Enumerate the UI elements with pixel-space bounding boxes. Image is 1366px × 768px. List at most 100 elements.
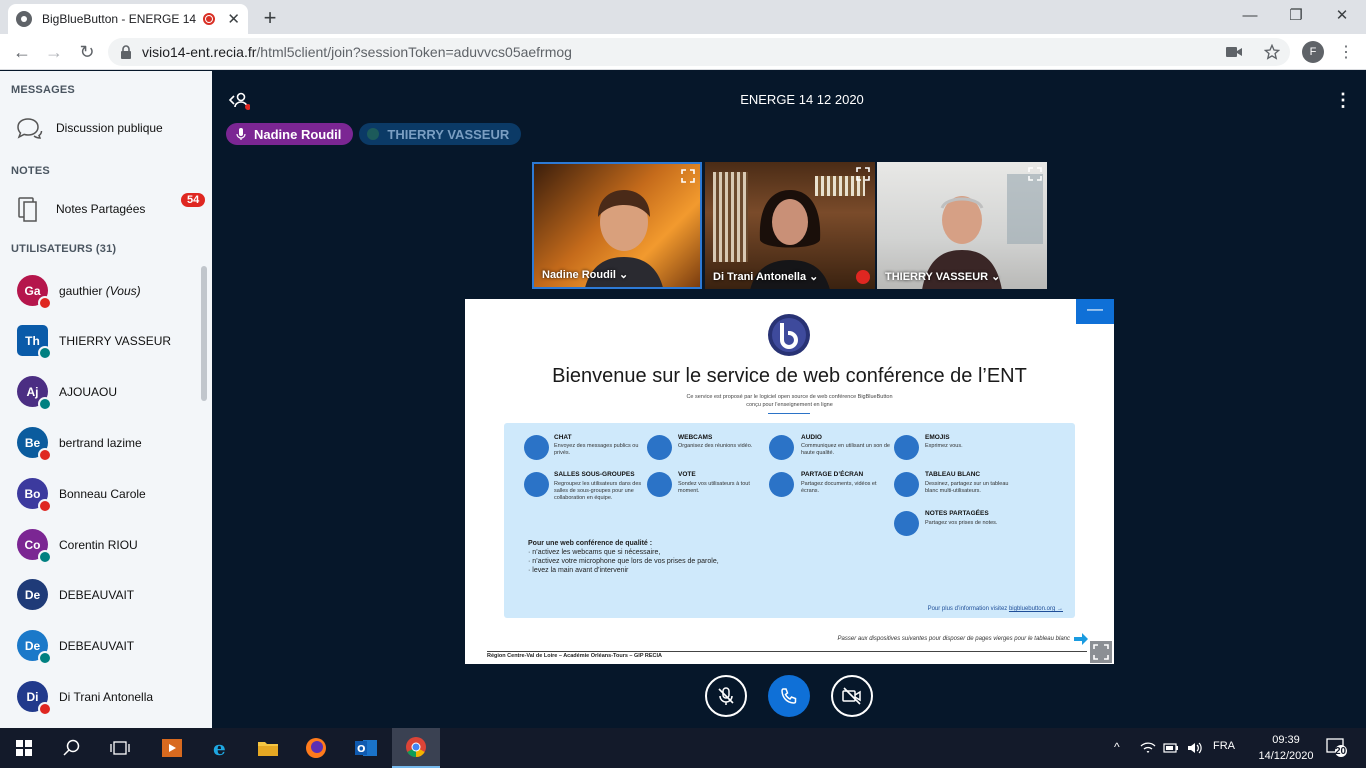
bbb-link[interactable]: bigbluebutton.org → <box>1009 606 1063 612</box>
meeting-main-area: ENERGE 14 12 2020 ⋮ Nadine Roudil THIERR… <box>212 71 1366 728</box>
feature-desc: Exprimez vous. <box>925 443 963 449</box>
taskbar-edge-app[interactable]: e <box>196 728 244 768</box>
windows-logo-icon <box>16 740 32 756</box>
user-item[interactable]: Ga gauthier (Vous) <box>17 275 141 310</box>
user-item[interactable]: De DEBEAUVAIT <box>17 579 134 610</box>
back-arrow-icon[interactable]: ← <box>10 40 34 64</box>
taskbar-media-app[interactable] <box>148 728 196 768</box>
phone-icon <box>781 688 797 704</box>
battery-icon[interactable] <box>1163 741 1179 755</box>
close-window-button[interactable]: ✕ <box>1322 4 1362 28</box>
feature-desc: Partagez documents, vidéos et écrans. <box>801 481 877 494</box>
minimize-window-button[interactable]: — <box>1230 4 1270 28</box>
restore-window-button[interactable]: ❐ <box>1276 4 1316 28</box>
task-view-button[interactable] <box>96 728 144 768</box>
feature-title: NOTES PARTAGÉES <box>925 510 989 517</box>
leave-audio-button[interactable] <box>768 675 810 717</box>
media-player-icon <box>162 739 182 757</box>
user-item[interactable]: Be bertrand lazime <box>17 427 142 462</box>
wifi-icon[interactable] <box>1140 741 1156 755</box>
bookshelf-left <box>713 172 748 262</box>
user-item[interactable]: Di Di Trani Antonella <box>17 681 154 716</box>
profile-avatar[interactable]: F <box>1302 41 1324 63</box>
slide-fullscreen-icon[interactable] <box>1090 641 1112 663</box>
user-item[interactable]: Th THIERRY VASSEUR <box>17 325 172 360</box>
user-avatar: Co <box>17 529 52 564</box>
feature-title: WEBCAMS <box>678 434 713 441</box>
shared-notes-feature-icon <box>894 511 919 536</box>
user-name: Di Trani Antonella <box>59 689 154 704</box>
show-hidden-icons-button[interactable]: ^ <box>1114 740 1120 754</box>
close-tab-icon[interactable]: ✕ <box>227 10 240 28</box>
talker-pill[interactable]: THIERRY VASSEUR <box>359 123 522 145</box>
search-button[interactable] <box>48 728 96 768</box>
shared-notes-item[interactable]: Notes Partagées <box>14 194 204 224</box>
public-chat-label: Discussion publique <box>56 121 163 135</box>
user-name: gauthier (Vous) <box>59 283 141 298</box>
window-background <box>1007 174 1043 244</box>
feature-title: AUDIO <box>801 434 822 441</box>
video-tile[interactable]: Di Trani Antonella ⌄ <box>705 162 875 289</box>
video-tile[interactable]: Nadine Roudil ⌄ <box>532 162 702 289</box>
bookmark-star-icon[interactable] <box>1264 44 1280 60</box>
clock-date: 14/12/2020 <box>1258 750 1314 762</box>
start-button[interactable] <box>0 728 48 768</box>
user-avatar: De <box>17 630 52 665</box>
fullscreen-icon[interactable] <box>856 167 870 181</box>
unmute-button[interactable] <box>705 675 747 717</box>
user-item[interactable]: Bo Bonneau Carole <box>17 478 146 513</box>
talking-indicator: Nadine Roudil THIERRY VASSEUR <box>226 123 527 145</box>
taskbar-clock[interactable]: 09:39 14/12/2020 <box>1256 732 1316 764</box>
slide-footer: Région Centre-Val de Loire – Académie Or… <box>487 651 1087 659</box>
taskbar-explorer-app[interactable] <box>244 728 292 768</box>
taskbar-outlook-app[interactable]: O <box>342 728 390 768</box>
muted-mic-icon <box>38 499 52 513</box>
screenshare-feature-icon <box>769 472 794 497</box>
video-name: Di Trani Antonella ⌄ <box>713 271 819 283</box>
messages-header: MESSAGES <box>11 84 75 96</box>
forward-arrow-icon[interactable]: → <box>42 40 66 64</box>
address-bar[interactable]: visio14-ent.recia.fr/html5client/join?se… <box>108 38 1290 66</box>
browser-menu-icon[interactable]: ⋮ <box>1338 42 1354 62</box>
user-list-scrollbar[interactable] <box>201 266 207 401</box>
user-name: THIERRY VASSEUR <box>59 333 172 348</box>
user-item[interactable]: De DEBEAUVAIT <box>17 630 134 665</box>
browser-tab[interactable]: BigBlueButton - ENERGE 14 ✕ <box>8 4 248 34</box>
bbb-favicon-icon <box>16 11 32 27</box>
shared-notes-label: Notes Partagées <box>56 202 146 216</box>
share-webcam-button[interactable] <box>831 675 873 717</box>
presentation-slide[interactable]: Bienvenue sur le service de web conféren… <box>465 299 1114 664</box>
reload-icon[interactable]: ↻ <box>75 40 99 64</box>
url-host: visio14-ent.recia.fr <box>142 44 257 60</box>
webcam-feature-icon <box>647 435 672 460</box>
user-item[interactable]: Aj AJOUAOU <box>17 376 117 411</box>
fullscreen-icon[interactable] <box>1028 167 1042 181</box>
taskbar-firefox-app[interactable] <box>292 728 340 768</box>
video-tile[interactable]: THIERRY VASSEUR ⌄ <box>877 162 1047 289</box>
slide-subtitle-1: Ce service est proposé par le logiciel o… <box>686 394 893 400</box>
toggle-userlist-icon[interactable] <box>228 90 250 112</box>
mic-icon <box>38 346 52 360</box>
camera-permission-icon[interactable] <box>1226 46 1242 58</box>
feature-desc: Regroupez les utilisateurs dans des sall… <box>554 481 642 501</box>
fullscreen-icon[interactable] <box>681 169 695 183</box>
new-tab-button[interactable]: + <box>258 5 282 31</box>
user-name: Corentin RIOU <box>59 537 138 552</box>
quality-item: · n’activez votre microphone que lors de… <box>528 558 719 565</box>
notes-document-icon <box>18 197 37 222</box>
notes-header: NOTES <box>11 165 50 177</box>
feature-desc: Organisez des réunions vidéo. <box>678 443 753 449</box>
talker-pill-active[interactable]: Nadine Roudil <box>226 123 354 145</box>
taskbar-chrome-app[interactable] <box>392 728 440 768</box>
action-center-button[interactable]: 20 <box>1326 738 1348 758</box>
input-language[interactable]: FRA <box>1213 740 1235 752</box>
minimize-presentation-button[interactable]: — <box>1076 299 1114 324</box>
bbb-logo-icon <box>768 314 810 356</box>
volume-icon[interactable] <box>1187 741 1203 755</box>
feature-desc: Sondez vos utilisateurs à tout moment. <box>678 481 750 494</box>
feature-title: EMOJIS <box>925 434 950 441</box>
public-chat-item[interactable]: Discussion publique <box>14 115 204 141</box>
user-item[interactable]: Co Corentin RIOU <box>17 529 138 564</box>
feature-desc: Envoyez des messages publics ou privés. <box>554 443 639 456</box>
options-menu-icon[interactable]: ⋮ <box>1334 90 1352 111</box>
